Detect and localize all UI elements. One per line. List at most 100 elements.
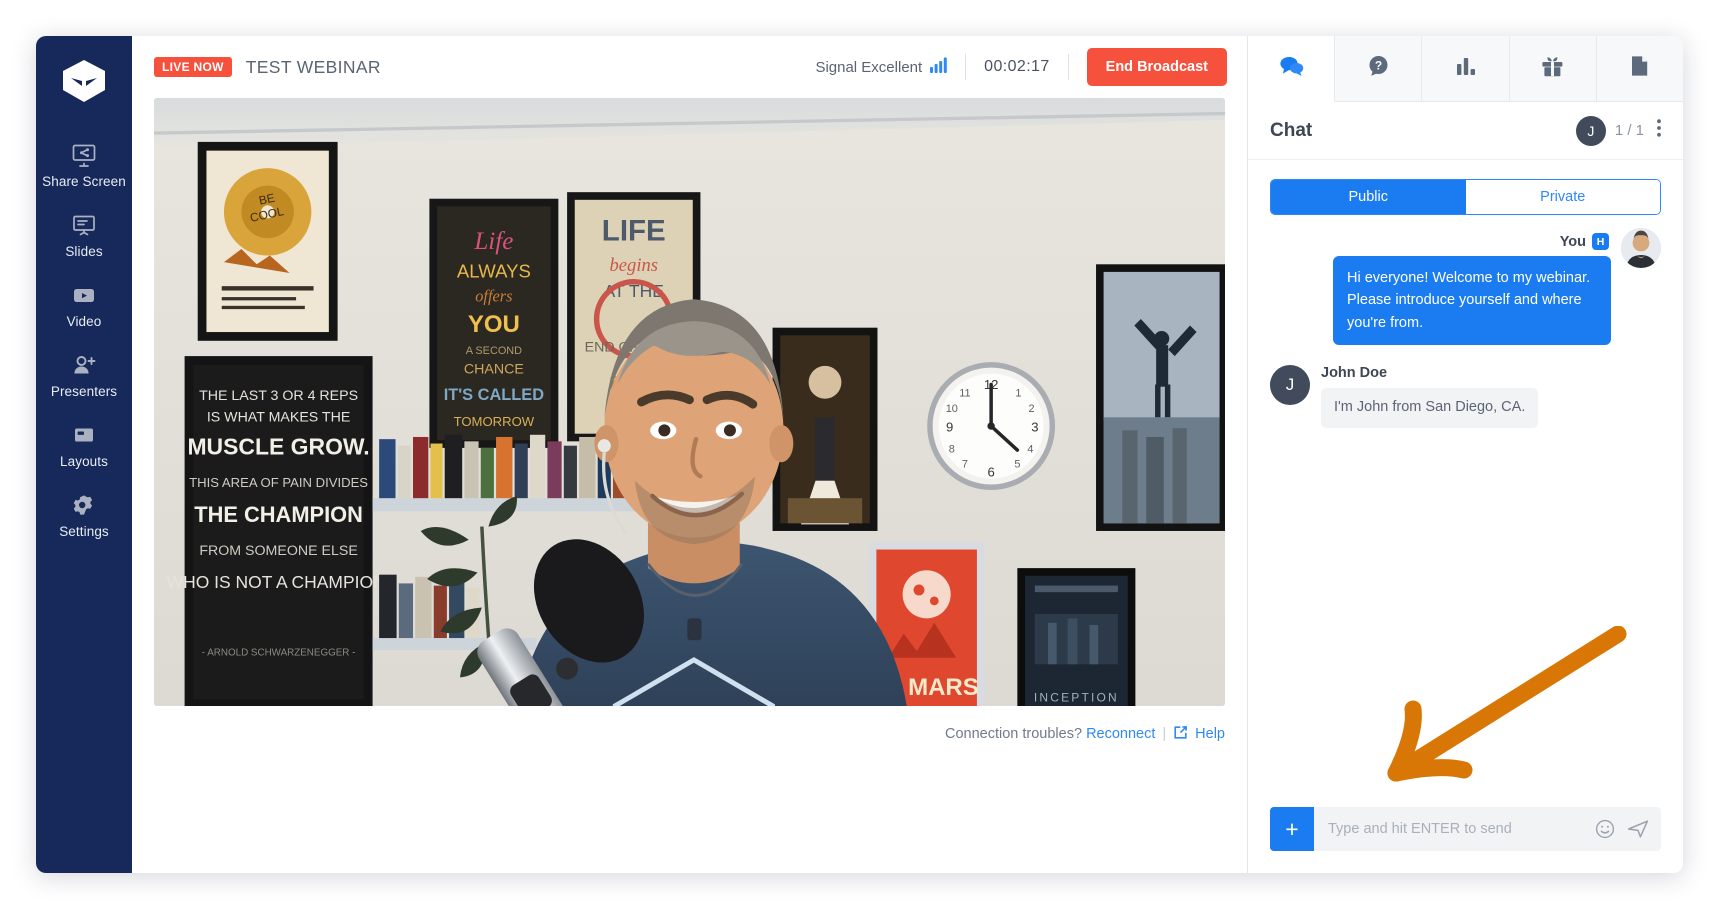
- footer-separator: |: [1162, 726, 1167, 742]
- reconnect-link[interactable]: Reconnect: [1086, 726, 1155, 742]
- svg-text:WHO IS NOT A CHAMPION.: WHO IS NOT A CHAMPION.: [167, 572, 391, 592]
- svg-text:ALWAYS: ALWAYS: [457, 260, 531, 281]
- attach-button[interactable]: +: [1270, 807, 1314, 851]
- webinarninja-logo: [59, 58, 109, 104]
- svg-text:TOMORROW: TOMORROW: [454, 414, 535, 429]
- attendee-avatar: J: [1575, 115, 1606, 146]
- host-photo-avatar: [1621, 228, 1661, 268]
- chat-message-list[interactable]: You H Hi everyone! Welcome to my webinar…: [1248, 215, 1683, 807]
- bar-chart-icon: [1455, 56, 1477, 81]
- svg-text:5: 5: [1014, 459, 1020, 471]
- panel-title: Chat: [1270, 119, 1313, 141]
- sidebar-item-label: Settings: [59, 524, 109, 539]
- settings-icon: [71, 493, 97, 517]
- header-status-group: Signal Excellent 00:02:17 End Broadcast: [815, 48, 1227, 86]
- sidebar-item-settings[interactable]: Settings: [36, 480, 132, 550]
- sidebar-item-label: Layouts: [60, 454, 108, 469]
- chat-composer-area: +: [1248, 807, 1683, 873]
- message-author: John Doe: [1321, 365, 1388, 382]
- connection-prompt-label: Connection troubles?: [944, 726, 1083, 742]
- svg-text:CHANCE: CHANCE: [464, 362, 524, 378]
- attendee-avatar: J: [1270, 365, 1310, 406]
- svg-text:THE LAST 3 OR 4 REPS: THE LAST 3 OR 4 REPS: [199, 388, 358, 404]
- toggle-public[interactable]: Public: [1271, 180, 1466, 214]
- sidebar-item-label: Video: [66, 314, 102, 329]
- svg-text:4: 4: [1027, 443, 1033, 455]
- sidebar-item-label: Slides: [65, 244, 103, 259]
- tab-chat[interactable]: [1248, 36, 1336, 102]
- svg-text:INCEPTION: INCEPTION: [1034, 690, 1119, 704]
- tab-offers[interactable]: [1509, 36, 1597, 102]
- svg-text:Life: Life: [473, 228, 513, 255]
- svg-text:10: 10: [946, 403, 958, 415]
- signal-status-label: Signal Excellent: [815, 58, 923, 76]
- svg-text:LIFE: LIFE: [602, 214, 666, 247]
- broadcast-header: LIVE NOW TEST WEBINAR Signal Excellent 0…: [132, 36, 1247, 98]
- end-broadcast-button[interactable]: End Broadcast: [1086, 48, 1227, 86]
- svg-text:offers: offers: [475, 286, 512, 305]
- presenter-video-feed[interactable]: BE COOL Life ALWAYS offers YOU A SECOND …: [154, 98, 1225, 706]
- svg-text:3: 3: [1031, 420, 1038, 435]
- sidebar-item-share-screen[interactable]: Share Screen: [36, 130, 132, 200]
- message-header: You H: [1560, 233, 1609, 250]
- engagement-panel: ? Chat J 1 / 1 Public Private You H Hi e…: [1247, 36, 1683, 873]
- broadcast-app-window: Share Screen Slides Video Presenters Lay…: [36, 36, 1683, 873]
- svg-text:6: 6: [987, 464, 994, 479]
- sidebar-item-slides[interactable]: Slides: [36, 200, 132, 270]
- svg-text:MUSCLE GROW.: MUSCLE GROW.: [187, 433, 369, 459]
- video-stage: BE COOL Life ALWAYS offers YOU A SECOND …: [132, 98, 1247, 873]
- external-link-icon: [1173, 725, 1188, 744]
- message-row: Hi everyone! Welcome to my webinar. Plea…: [1270, 228, 1661, 346]
- header-divider: [965, 54, 967, 80]
- question-bubble-icon: ?: [1367, 55, 1390, 82]
- connection-help-bar: Connection troubles? Reconnect | Help: [154, 706, 1225, 762]
- toggle-private[interactable]: Private: [1465, 180, 1660, 214]
- svg-text:?: ?: [1375, 59, 1382, 73]
- send-arrow-icon[interactable]: [1627, 807, 1661, 851]
- message-author: You: [1559, 233, 1586, 250]
- share-screen-icon: [71, 143, 97, 167]
- layouts-icon: [71, 423, 97, 447]
- slides-icon: [71, 213, 97, 237]
- svg-text:11: 11: [959, 388, 970, 400]
- chat-composer: +: [1270, 807, 1661, 851]
- svg-text:THE CHAMPION: THE CHAMPION: [194, 502, 363, 527]
- tab-handouts[interactable]: [1596, 36, 1683, 102]
- chat-panel-header: Chat J 1 / 1: [1248, 102, 1683, 160]
- kebab-menu-icon[interactable]: [1653, 117, 1665, 144]
- panel-tab-bar: ?: [1248, 36, 1683, 102]
- svg-text:2: 2: [1029, 403, 1035, 415]
- svg-text:7: 7: [962, 459, 968, 471]
- sidebar-item-label: Presenters: [50, 384, 118, 399]
- chat-message-outgoing: You H Hi everyone! Welcome to my webinar…: [1270, 228, 1661, 346]
- sidebar-item-video[interactable]: Video: [36, 270, 132, 340]
- header-divider: [1067, 54, 1069, 80]
- svg-text:begins: begins: [610, 255, 658, 276]
- svg-text:1: 1: [1015, 388, 1021, 400]
- message-input[interactable]: [1314, 807, 1595, 851]
- live-now-badge: LIVE NOW: [154, 57, 232, 77]
- svg-text:YOU: YOU: [468, 311, 520, 338]
- message-bubble: Hi everyone! Welcome to my webinar. Plea…: [1333, 256, 1611, 346]
- signal-bars-icon: [930, 57, 947, 78]
- help-link[interactable]: Help: [1195, 726, 1225, 742]
- file-icon: [1630, 55, 1649, 82]
- emoji-smiley-icon[interactable]: [1595, 807, 1627, 851]
- sidebar-item-layouts[interactable]: Layouts: [36, 410, 132, 480]
- svg-text:FROM SOMEONE ELSE: FROM SOMEONE ELSE: [199, 543, 357, 559]
- main-content-area: LIVE NOW TEST WEBINAR Signal Excellent 0…: [132, 36, 1247, 873]
- svg-text:A SECOND: A SECOND: [466, 345, 522, 357]
- chat-visibility-toggle: Public Private: [1270, 179, 1661, 215]
- svg-text:8: 8: [949, 443, 955, 455]
- chat-bubble-icon: [1279, 55, 1304, 82]
- message-bubble: I'm John from San Diego, CA.: [1321, 388, 1539, 429]
- tab-questions[interactable]: ?: [1335, 36, 1423, 102]
- presenters-icon: [71, 353, 97, 377]
- tab-polls[interactable]: [1422, 36, 1510, 102]
- svg-text:9: 9: [946, 420, 953, 435]
- host-badge: H: [1592, 233, 1609, 250]
- sidebar-item-presenters[interactable]: Presenters: [36, 340, 132, 410]
- svg-text:IS WHAT MAKES THE: IS WHAT MAKES THE: [207, 410, 350, 426]
- svg-text:MARS: MARS: [908, 674, 979, 701]
- svg-text:IT'S CALLED: IT'S CALLED: [444, 386, 544, 404]
